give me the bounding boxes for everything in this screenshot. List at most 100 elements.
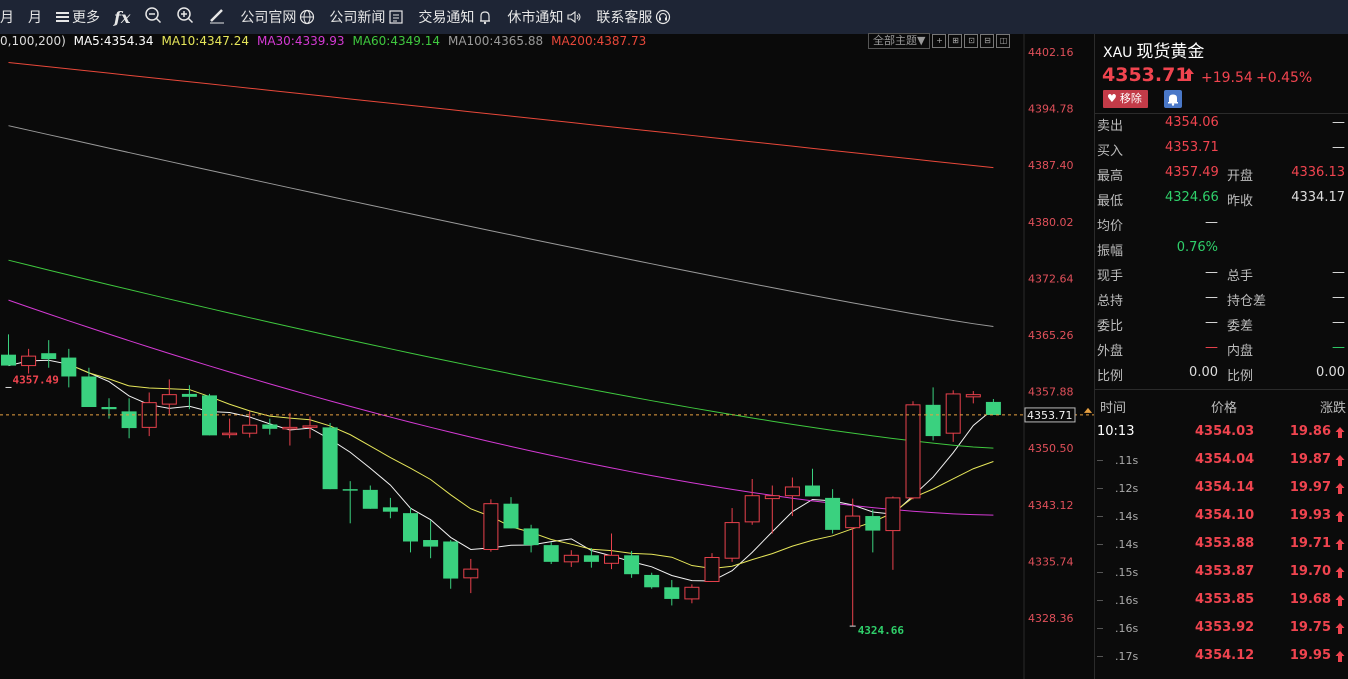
theme-select[interactable]: 全部主题▼: [868, 33, 931, 49]
low-label: 4324.66: [858, 624, 905, 637]
tick-row: .17s 4354.12 19.95: [1095, 643, 1348, 671]
tick-time: .11s: [1115, 454, 1139, 467]
price-change: +19.54: [1201, 70, 1253, 86]
candle-body: [825, 497, 841, 530]
y-tick-label: 4328.36: [1028, 612, 1074, 625]
candle-body: [362, 489, 378, 509]
quote-value: —: [1205, 215, 1218, 230]
quote-panel: XAU 现货黄金 4353.71 +19.54 +0.45% ♥ 移除 卖出 4354…: [1094, 34, 1348, 679]
tick-change: 19.95: [1289, 648, 1331, 663]
more-button[interactable]: 更多: [49, 0, 107, 34]
quote-label-2: 昨收: [1227, 194, 1254, 209]
tick-change: 19.68: [1289, 592, 1331, 607]
zoom-in-button[interactable]: [169, 0, 201, 34]
tick-row: .16s 4353.92 19.75: [1095, 615, 1348, 643]
layout-3-icon[interactable]: ⊡: [964, 34, 979, 48]
candlestick-chart[interactable]: 4402.16 4394.78 4387.40 4380.02 4372.64 4365.…: [0, 34, 1094, 679]
layout-2-icon[interactable]: ⊞: [948, 34, 963, 48]
company-site-label: 公司官网: [240, 10, 297, 26]
tick-price: 4354.04: [1195, 452, 1255, 467]
price-change-pct: +0.45%: [1256, 70, 1313, 86]
heart-icon: ♥: [1107, 92, 1117, 105]
y-tick-label: 4343.12: [1028, 499, 1074, 512]
tick-change: 19.71: [1289, 536, 1331, 551]
market-closure-label: 休市通知: [507, 10, 564, 26]
quote-value: —: [1205, 265, 1218, 280]
market-closure-link[interactable]: 休市通知: [500, 0, 589, 34]
tick-time: .12s: [1115, 482, 1139, 495]
period-month-button[interactable]: 月: [0, 0, 21, 34]
col-change: 涨跌: [1319, 401, 1346, 416]
arrow-up-icon: [1335, 538, 1345, 555]
zoom-in-icon: [176, 6, 194, 28]
alert-button[interactable]: [1164, 90, 1182, 108]
ma-legend-item: MA60:4349.14: [352, 34, 440, 48]
candle-body: [704, 556, 720, 582]
col-price: 价格: [1211, 401, 1238, 416]
quote-value: —: [1205, 315, 1218, 330]
candle-body: [905, 404, 921, 499]
company-site-link[interactable]: 公司官网: [233, 0, 322, 34]
indicator-fx-button[interactable]: fx: [107, 0, 137, 34]
row-marker: [1097, 572, 1103, 573]
quote-row: 比例 0.00 比例 0.00: [1095, 361, 1348, 386]
layout-1-icon[interactable]: +: [932, 34, 947, 48]
quote-row: 现手 — 总手 —: [1095, 261, 1348, 286]
quote-label-2: 总手: [1227, 269, 1254, 284]
customer-service-label: 联系客服: [596, 10, 653, 26]
high-label: 4357.49: [13, 373, 59, 386]
quote-label-2: 内盘: [1227, 344, 1254, 359]
quote-label-2: 持仓差: [1227, 294, 1267, 309]
trade-notice-link[interactable]: 交易通知: [411, 0, 500, 34]
tick-time: .14s: [1115, 510, 1139, 523]
row-marker: [1097, 544, 1103, 545]
news-icon: [388, 9, 404, 25]
candle-body: [403, 513, 418, 542]
quote-value-2: —: [1332, 340, 1345, 355]
row-marker: [1097, 488, 1103, 489]
tick-change: 19.70: [1289, 564, 1331, 579]
quote-value: 4357.49: [1165, 165, 1219, 180]
customer-service-link[interactable]: 联系客服: [589, 0, 678, 34]
symbol-code: XAU: [1103, 45, 1133, 61]
quote-label: 最高: [1097, 169, 1124, 184]
hamburger-icon: [56, 11, 69, 23]
speaker-icon: [566, 9, 582, 25]
tick-price: 4354.10: [1195, 508, 1255, 523]
draw-tool-button[interactable]: [201, 0, 233, 34]
candle-body: [543, 545, 559, 562]
quote-row: 总持 — 持仓差 —: [1095, 286, 1348, 311]
more-label: 更多: [72, 10, 100, 26]
arrow-up-icon: [1335, 454, 1345, 471]
tick-change: 19.87: [1289, 452, 1331, 467]
zoom-out-button[interactable]: [137, 0, 169, 34]
remove-watchlist-button[interactable]: ♥ 移除: [1103, 90, 1148, 108]
quote-label: 最低: [1097, 194, 1124, 209]
quote-label-2: 比例: [1227, 369, 1254, 384]
y-tick-label: 4387.40: [1028, 159, 1074, 172]
pen-icon: [208, 6, 226, 28]
current-price-marker: [1084, 407, 1092, 413]
layout-5-icon[interactable]: ◫: [996, 34, 1011, 48]
tick-time: .14s: [1115, 538, 1139, 551]
row-marker: [1097, 460, 1103, 461]
tick-time: 10:13: [1097, 424, 1135, 439]
quote-row: 均价 —: [1095, 211, 1348, 236]
tick-time: .16s: [1115, 622, 1139, 635]
y-tick-label: 4394.78: [1028, 103, 1074, 116]
tick-change: 19.86: [1289, 424, 1331, 439]
period-label: 月: [28, 10, 42, 26]
tick-row: .15s 4353.87 19.70: [1095, 559, 1348, 587]
layout-4-icon[interactable]: ⊟: [980, 34, 995, 48]
tick-row: .14s 4353.88 19.71: [1095, 531, 1348, 559]
candle-body: [845, 515, 861, 529]
quote-value-2: 0.00: [1316, 365, 1345, 380]
period-month-button-2[interactable]: 月: [21, 0, 49, 34]
candle-body: [181, 393, 197, 397]
candle-body: [21, 355, 37, 367]
quote-row: 买入 4353.71 —: [1095, 136, 1348, 161]
company-news-link[interactable]: 公司新闻: [322, 0, 411, 34]
quote-label: 卖出: [1097, 119, 1124, 134]
zoom-out-icon: [144, 6, 162, 28]
tick-time: .17s: [1115, 650, 1139, 663]
